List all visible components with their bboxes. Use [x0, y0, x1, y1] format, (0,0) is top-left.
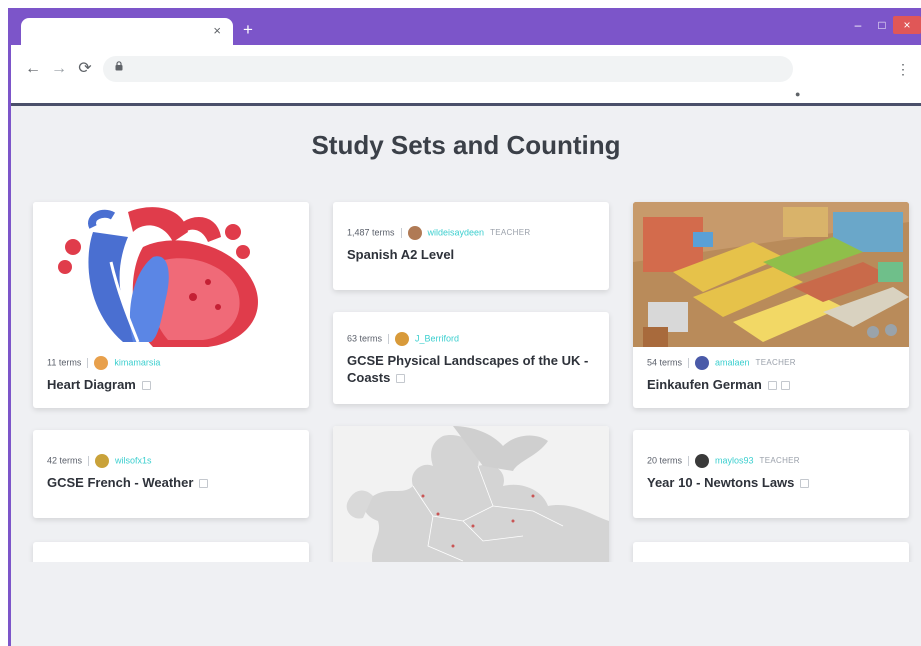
avatar	[395, 332, 410, 346]
study-set-card[interactable]: 1,487 terms wildeisaydeen TEACHER Spanish …	[333, 202, 609, 290]
extension-icon[interactable]: ●	[795, 89, 800, 99]
set-title[interactable]: GCSE Physical Landscapes of the UK - Coa…	[347, 352, 597, 386]
lock-icon	[115, 61, 123, 74]
username-link[interactable]: wildeisaydeen	[428, 227, 485, 237]
close-tab-icon[interactable]: ×	[213, 23, 221, 39]
username-link[interactable]: kimamarsia	[114, 357, 160, 367]
meta-divider	[400, 228, 402, 238]
username-link[interactable]: J_Berriford	[415, 333, 459, 343]
heart-illustration	[33, 202, 309, 350]
study-set-card[interactable]: 54 terms amalaen TEACHER Einkaufen German	[633, 202, 909, 408]
set-title-text: GCSE Physical Landscapes of the UK - Coa…	[347, 353, 589, 385]
card-meta: 54 terms amalaen TEACHER	[647, 356, 796, 370]
set-title[interactable]: Heart Diagram	[47, 376, 151, 393]
term-count: 54 terms	[647, 357, 683, 368]
role-badge: TEACHER	[759, 456, 800, 466]
close-window-button[interactable]: ×	[893, 16, 921, 34]
back-button[interactable]: ←	[23, 59, 43, 79]
set-title-text: Spanish A2 Level	[347, 247, 455, 262]
set-title-text: GCSE French - Weather	[47, 475, 194, 490]
set-title[interactable]: GCSE French - Weather	[47, 474, 209, 491]
meta-divider	[87, 358, 89, 368]
meta-divider	[388, 334, 390, 344]
avatar	[695, 454, 710, 468]
diagram-icon	[396, 374, 406, 384]
term-count: 20 terms	[647, 455, 683, 466]
card-meta: 1,487 terms wildeisaydeen TEACHER	[347, 226, 530, 240]
set-title-text: Year 10 - Newtons Laws	[647, 475, 795, 490]
set-title[interactable]: Einkaufen German	[647, 376, 790, 393]
browser-toolbar: ← → ⟳ ⋮ ●	[11, 45, 921, 103]
minimize-button[interactable]: –	[847, 16, 869, 34]
address-bar[interactable]	[103, 56, 793, 82]
diagram-icon	[199, 479, 209, 489]
avatar	[94, 356, 109, 370]
new-tab-button[interactable]: +	[238, 20, 258, 40]
page-content: Study Sets and Counting 11 terms kimamar…	[11, 106, 921, 646]
card-meta: 63 terms J_Berriford	[347, 332, 459, 346]
maximize-button[interactable]: □	[871, 16, 893, 34]
study-set-card[interactable]: 20 terms maylos93 TEACHER Year 10 - Newton…	[633, 430, 909, 518]
avatar	[95, 454, 110, 468]
diagram-icon	[141, 381, 151, 391]
set-title-text: Einkaufen German	[647, 377, 762, 392]
term-count: 11 terms	[47, 357, 82, 368]
tab-bar: × + – □ ×	[11, 8, 921, 45]
card-meta: 11 terms kimamarsia	[47, 356, 160, 370]
set-title[interactable]: Spanish A2 Level	[347, 246, 454, 263]
role-badge: TEACHER	[490, 228, 531, 238]
term-count: 42 terms	[47, 455, 83, 466]
browser-window: × + – □ × ← → ⟳ ⋮ ● Study Sets and Count…	[8, 8, 921, 646]
meta-divider	[688, 358, 690, 368]
username-link[interactable]: amalaen	[715, 357, 750, 367]
avatar	[407, 226, 422, 240]
card-meta: 42 terms wilsofx1s	[47, 454, 152, 468]
reload-button[interactable]: ⟳	[75, 59, 95, 79]
study-set-card[interactable]: 63 terms J_Berriford GCSE Physical Landsc…	[333, 312, 609, 404]
username-link[interactable]: maylos93	[715, 455, 754, 465]
diagram-icon	[800, 479, 810, 489]
audio-icon	[780, 381, 790, 391]
supermarket-illustration	[633, 202, 909, 347]
set-title-text: Heart Diagram	[47, 377, 136, 392]
username-link[interactable]: wilsofx1s	[115, 455, 152, 465]
set-title[interactable]: Year 10 - Newtons Laws	[647, 474, 810, 491]
card-meta: 20 terms maylos93 TEACHER	[647, 454, 800, 468]
page-title: Study Sets and Counting	[311, 130, 621, 160]
page-bottom-area	[11, 562, 921, 646]
meta-divider	[88, 456, 90, 466]
term-count: 1,487 terms	[347, 227, 395, 238]
study-set-card[interactable]: 42 terms wilsofx1s GCSE French - Weather	[33, 430, 309, 518]
role-badge: TEACHER	[755, 358, 796, 368]
browser-tab[interactable]: ×	[21, 18, 233, 45]
forward-button[interactable]: →	[49, 59, 69, 79]
browser-menu-icon[interactable]: ⋮	[895, 59, 911, 79]
study-set-card[interactable]	[333, 426, 609, 566]
diagram-icon	[767, 381, 777, 391]
europe-map	[333, 426, 609, 566]
term-count: 63 terms	[347, 333, 383, 344]
study-set-card[interactable]: 11 terms kimamarsia Heart Diagram	[33, 202, 309, 408]
meta-divider	[688, 456, 690, 466]
avatar	[695, 356, 710, 370]
